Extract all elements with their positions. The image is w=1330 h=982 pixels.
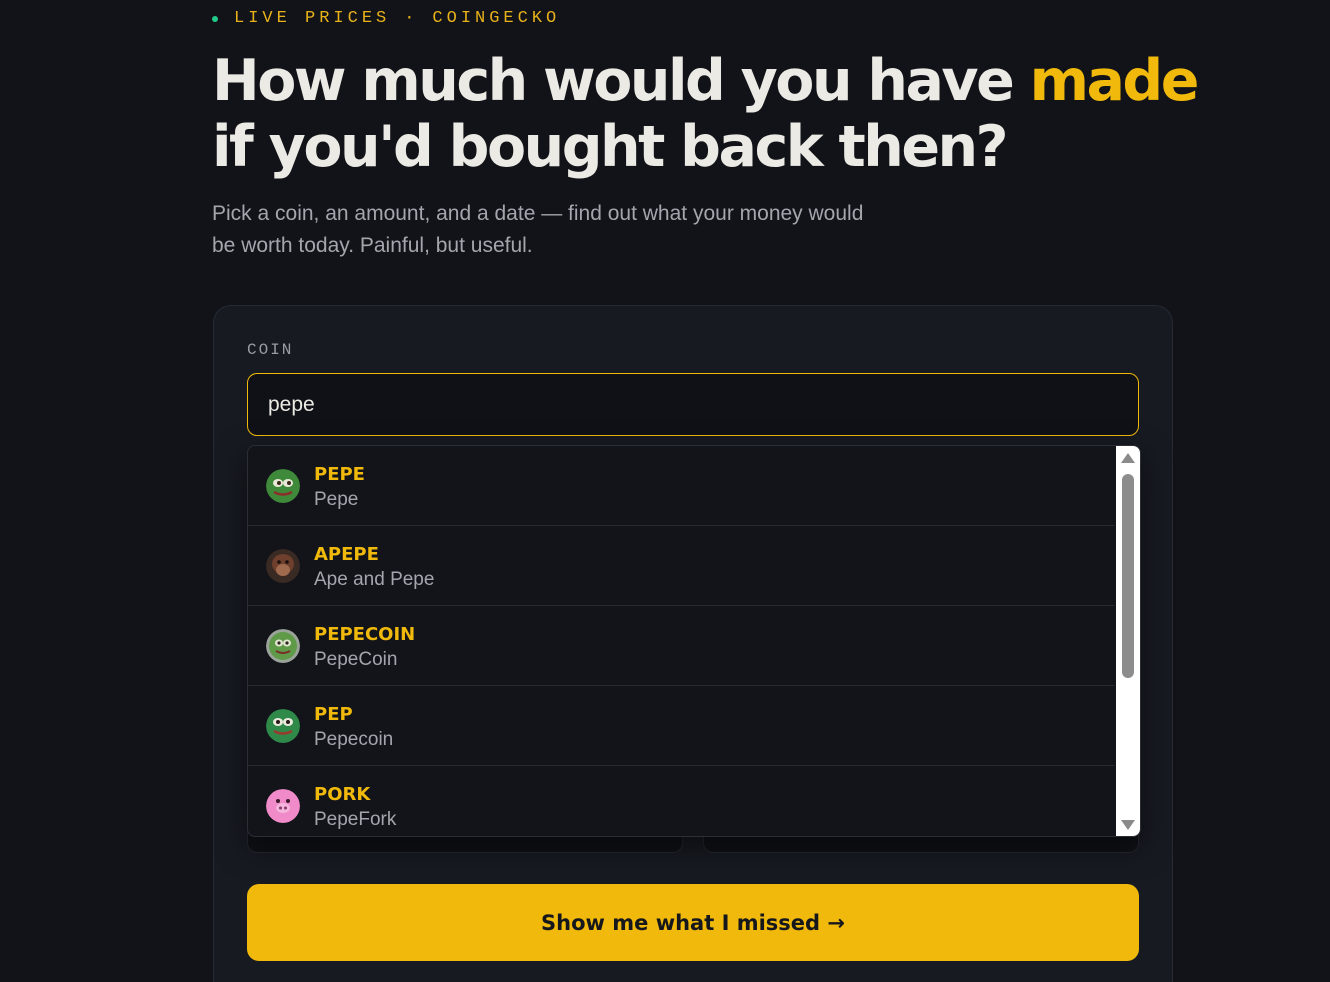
headline-accent: made	[1029, 48, 1200, 114]
eyebrow-source: COINGECKO	[432, 9, 561, 28]
suggestion-item[interactable]: PEP Pepecoin	[248, 686, 1115, 766]
page-title: How much would you have made if you'd bou…	[212, 48, 1212, 180]
eyebrow-live-prices: LIVE PRICES	[234, 9, 391, 28]
coin-suggestions-dropdown: PEPE Pepe APEPE Ape and Pepe PEPECOIN Pe…	[247, 445, 1141, 837]
scroll-thumb[interactable]	[1122, 474, 1134, 678]
pork-pig-icon	[266, 789, 300, 823]
suggestion-item[interactable]: PEPECOIN PepeCoin	[248, 606, 1115, 686]
headline-part-1: How much would you have	[212, 48, 1030, 114]
eyebrow: LIVE PRICES · COINGECKO	[212, 9, 560, 28]
suggestion-name: Pepe	[314, 489, 359, 510]
coin-label: COIN	[247, 341, 294, 359]
suggestions-list: PEPE Pepe APEPE Ape and Pepe PEPECOIN Pe…	[248, 446, 1115, 836]
headline-part-2: if you'd bought back then?	[212, 114, 1009, 180]
suggestion-item[interactable]: PORK PepeFork	[248, 766, 1115, 836]
suggestion-symbol: PEP	[314, 704, 353, 725]
pepe-frog-icon	[266, 469, 300, 503]
suggestion-symbol: PEPE	[314, 464, 365, 485]
suggestion-symbol: APEPE	[314, 544, 379, 565]
page-subtitle: Pick a coin, an amount, and a date — fin…	[212, 202, 864, 257]
suggestion-symbol: PORK	[314, 784, 371, 805]
pepecoin-icon	[266, 629, 300, 663]
suggestion-symbol: PEPECOIN	[314, 624, 416, 645]
suggestion-name: Pepecoin	[314, 729, 394, 750]
suggestion-name: Ape and Pepe	[314, 569, 435, 590]
scroll-up-arrow-icon[interactable]	[1121, 453, 1135, 463]
suggestion-item[interactable]: PEPE Pepe	[248, 446, 1115, 526]
suggestion-name: PepeCoin	[314, 649, 398, 670]
eyebrow-separator: ·	[404, 9, 419, 28]
live-status-dot-icon	[212, 15, 218, 22]
suggestion-name: PepeFork	[314, 809, 397, 830]
scroll-down-arrow-icon[interactable]	[1121, 820, 1135, 830]
dropdown-scrollbar[interactable]	[1116, 446, 1140, 836]
suggestion-item[interactable]: APEPE Ape and Pepe	[248, 526, 1115, 606]
pep-frog-icon	[266, 709, 300, 743]
show-results-button[interactable]: Show me what I missed →	[247, 884, 1139, 961]
page: LIVE PRICES · COINGECKO How much would y…	[0, 0, 1330, 982]
ape-icon	[266, 549, 300, 583]
coin-search-input[interactable]	[247, 373, 1139, 436]
